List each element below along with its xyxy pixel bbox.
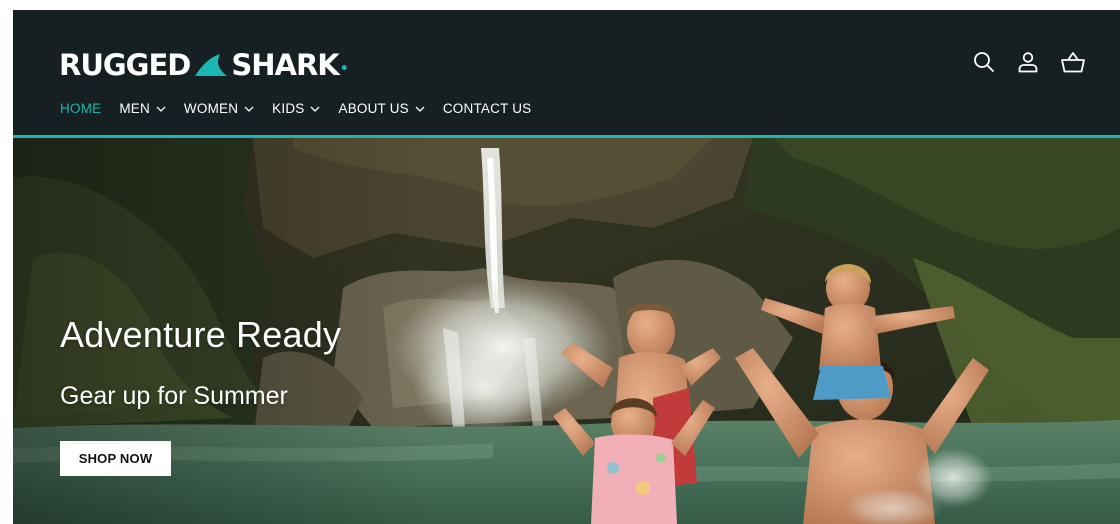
main-nav: HOME MEN WOMEN KIDS ABOUT US CONTACT US [60,101,549,116]
page-frame: RUGGED SHARK • HOME MEN WOMEN KIDS ABOUT… [13,10,1120,524]
nav-item-about-us[interactable]: ABOUT US [338,101,425,116]
chevron-down-icon [156,106,166,112]
brand-logo[interactable]: RUGGED SHARK • [59,48,349,82]
chevron-down-icon [415,106,425,112]
cart-icon[interactable] [1060,50,1085,74]
header-actions [972,50,1085,74]
hero-banner: Adventure Ready Gear up for Summer SHOP … [13,138,1120,524]
shark-fin-icon [194,53,228,77]
nav-item-label: HOME [60,101,102,116]
nav-item-label: CONTACT US [442,101,532,116]
logo-dot: • [339,61,349,77]
chevron-down-icon [310,106,320,112]
nav-item-men[interactable]: MEN [119,101,166,116]
hero-title: Adventure Ready [60,314,342,355]
search-icon[interactable] [972,50,996,74]
brand-name-right: SHARK [231,48,339,82]
site-header: RUGGED SHARK • HOME MEN WOMEN KIDS ABOUT… [13,10,1120,138]
nav-item-label: KIDS [272,101,305,116]
nav-item-label: WOMEN [183,101,239,116]
nav-item-kids[interactable]: KIDS [272,101,320,116]
hero-subtitle: Gear up for Summer [60,382,288,410]
nav-item-women[interactable]: WOMEN [184,101,254,116]
brand-name-left: RUGGED [59,48,191,82]
nav-item-label: MEN [119,101,150,116]
chevron-down-icon [244,106,254,112]
account-icon[interactable] [1016,50,1040,74]
shop-now-button[interactable]: SHOP NOW [60,441,171,476]
nav-item-contact-us[interactable]: CONTACT US [443,101,532,116]
nav-item-home[interactable]: HOME [60,101,101,116]
nav-item-label: ABOUT US [338,101,409,116]
